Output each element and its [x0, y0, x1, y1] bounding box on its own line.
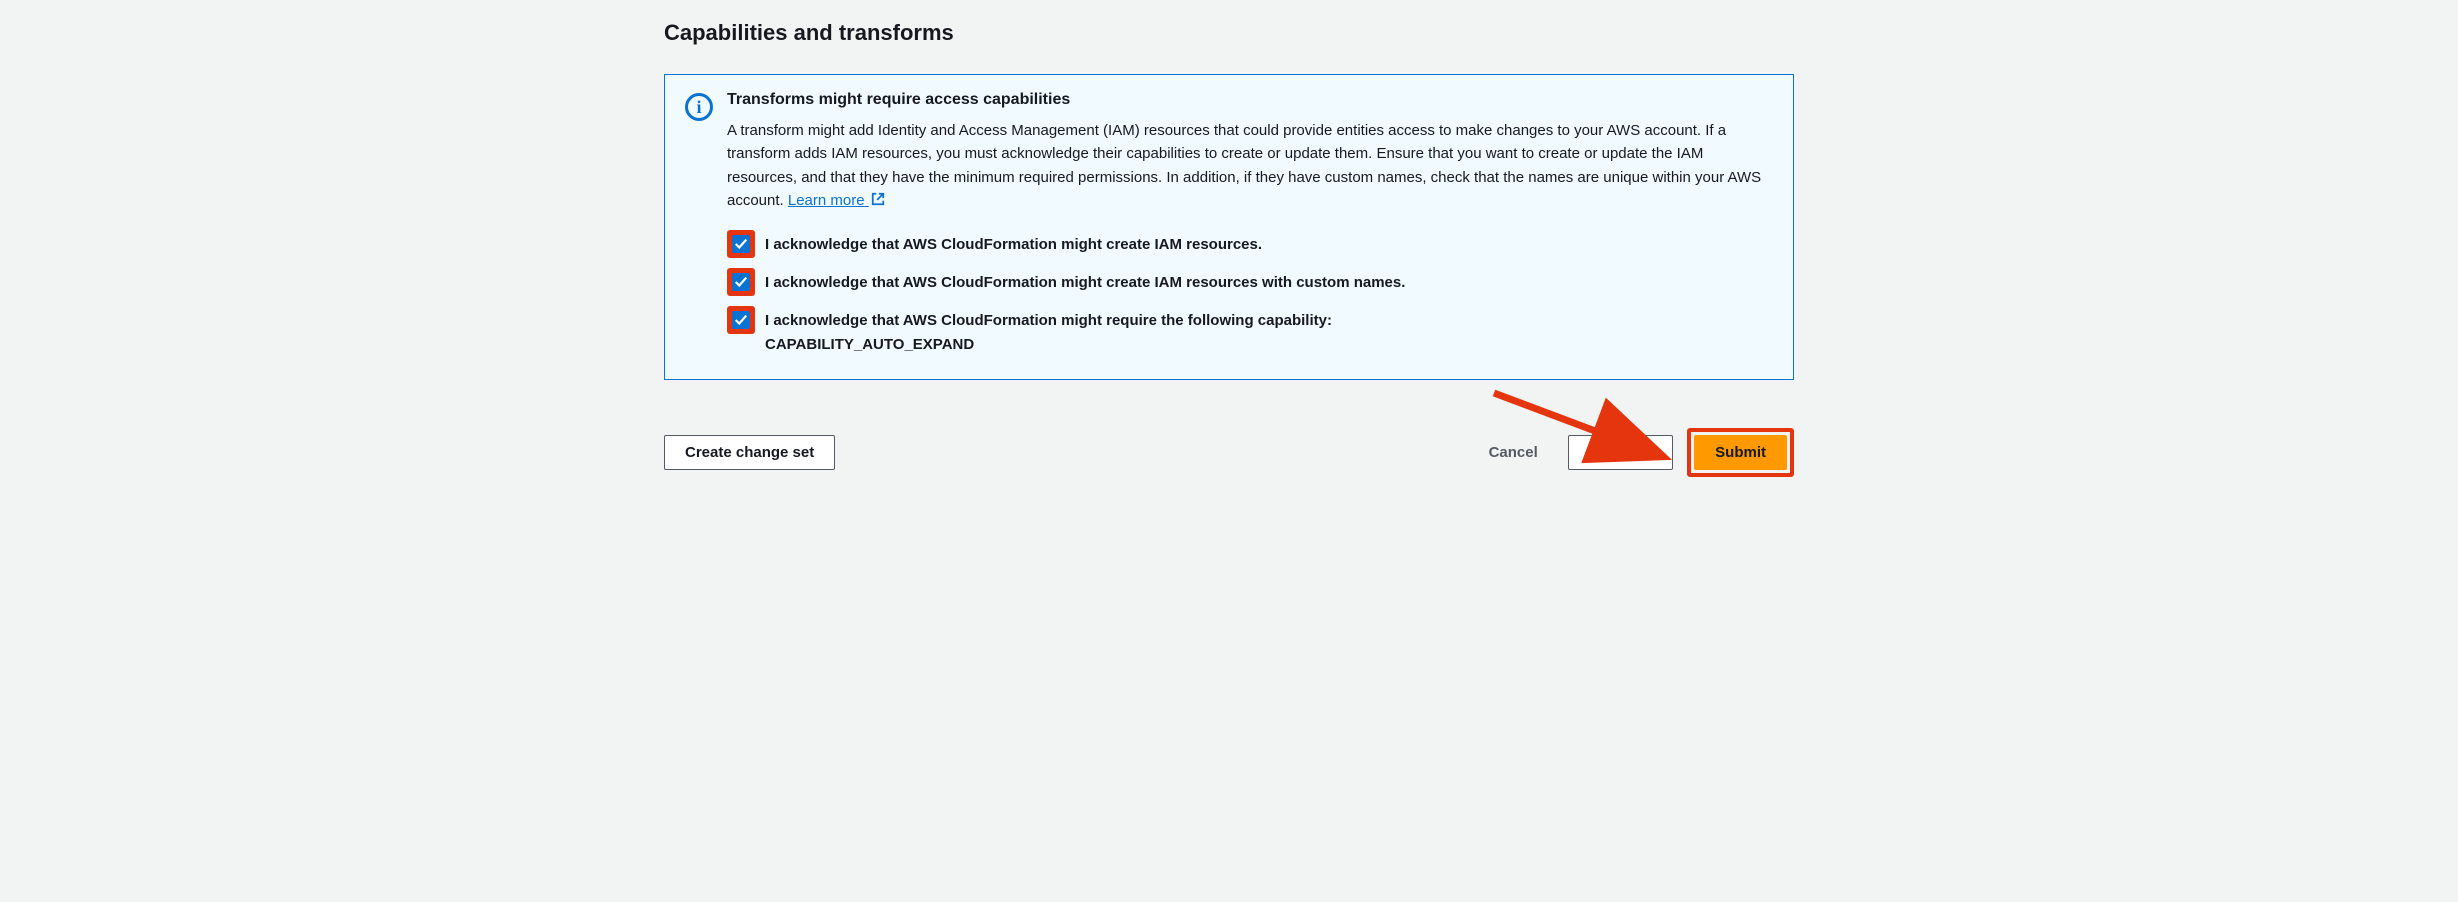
- info-alert: i Transforms might require access capabi…: [664, 74, 1794, 380]
- check-icon: [734, 313, 748, 327]
- info-description: A transform might add Identity and Acces…: [727, 119, 1773, 212]
- check-icon: [734, 275, 748, 289]
- acknowledge-iam-checkbox[interactable]: [732, 235, 750, 253]
- acknowledge-label: I acknowledge that AWS CloudFormation mi…: [765, 268, 1405, 295]
- info-title: Transforms might require access capabili…: [727, 91, 1773, 109]
- checkbox-highlight: [727, 230, 755, 258]
- section-title: Capabilities and transforms: [664, 20, 1794, 46]
- info-icon: i: [685, 93, 713, 121]
- learn-more-link[interactable]: Learn more: [788, 192, 885, 209]
- cancel-button[interactable]: Cancel: [1473, 436, 1554, 469]
- acknowledgement-row: I acknowledge that AWS CloudFormation mi…: [727, 230, 1773, 258]
- acknowledgement-row: I acknowledge that AWS CloudFormation mi…: [727, 268, 1773, 296]
- right-buttons: Cancel Previous Submit: [1473, 428, 1794, 477]
- acknowledge-iam-custom-checkbox[interactable]: [732, 273, 750, 291]
- button-row: Create change set Cancel Previous Submit: [664, 428, 1794, 477]
- acknowledge-label: I acknowledge that AWS CloudFormation mi…: [765, 306, 1455, 357]
- acknowledge-auto-expand-checkbox[interactable]: [732, 311, 750, 329]
- checkbox-highlight: [727, 268, 755, 296]
- submit-highlight: Submit: [1687, 428, 1794, 477]
- info-content: Transforms might require access capabili…: [727, 91, 1773, 357]
- info-icon-wrap: i: [685, 91, 713, 357]
- capabilities-section: Capabilities and transforms i Transforms…: [664, 0, 1794, 507]
- acknowledge-label: I acknowledge that AWS CloudFormation mi…: [765, 230, 1262, 257]
- checkbox-highlight: [727, 306, 755, 334]
- create-change-set-button[interactable]: Create change set: [664, 435, 835, 470]
- acknowledgement-row: I acknowledge that AWS CloudFormation mi…: [727, 306, 1773, 357]
- check-icon: [734, 237, 748, 251]
- external-link-icon: [871, 192, 885, 206]
- submit-button[interactable]: Submit: [1694, 435, 1787, 470]
- previous-button[interactable]: Previous: [1568, 435, 1673, 470]
